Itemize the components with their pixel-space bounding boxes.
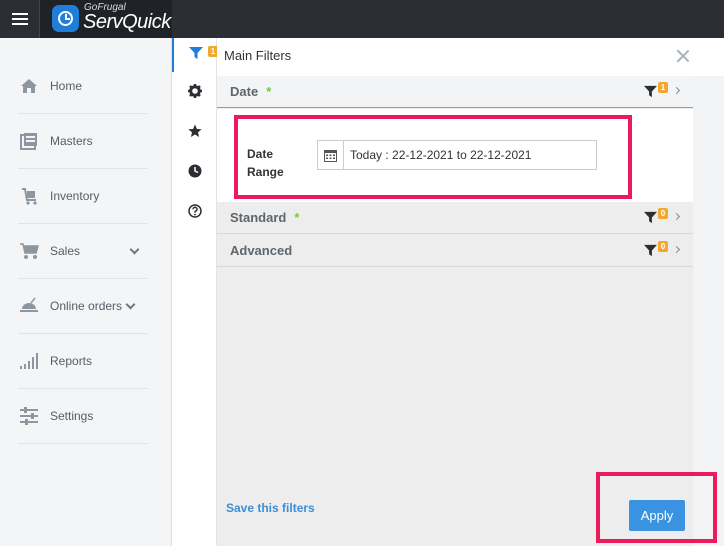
required-marker: * xyxy=(266,84,272,99)
sidebar-item-home[interactable]: Home xyxy=(18,59,148,114)
sidebar-item-label: Settings xyxy=(50,409,94,423)
filter-count-badge: 1 xyxy=(658,82,668,93)
brand-logo: GoFrugal ServQuick xyxy=(40,0,172,38)
filter-count-badge: 0 xyxy=(658,208,668,219)
servquick-logo-icon xyxy=(52,5,79,32)
star-icon xyxy=(187,124,202,143)
hamburger-menu-icon[interactable] xyxy=(0,0,40,38)
filter-icon xyxy=(188,46,203,65)
filter-icon xyxy=(644,244,657,262)
sidebar-item-label: Masters xyxy=(50,134,93,148)
section-title: Standard xyxy=(230,210,287,225)
sidebar-item-label: Reports xyxy=(50,354,93,368)
filter-count-badge: 0 xyxy=(658,241,668,252)
cart-icon xyxy=(18,240,40,262)
gear-icon xyxy=(187,83,202,103)
chevron-down-icon[interactable] xyxy=(129,244,140,254)
sidebar-item-label: Inventory xyxy=(50,189,100,203)
close-icon[interactable] xyxy=(675,48,691,64)
sidebar: Home Masters Inventory Sales Online orde… xyxy=(0,38,172,546)
sidebar-item-masters[interactable]: Masters xyxy=(18,114,148,169)
filter-icon xyxy=(644,211,657,229)
section-date[interactable]: Date * 1 xyxy=(217,76,693,108)
rail-settings-tab[interactable] xyxy=(172,76,217,110)
chevron-right-icon xyxy=(672,212,681,221)
section-title: Date xyxy=(230,84,259,99)
save-filters-link[interactable]: Save this filters xyxy=(226,501,315,515)
settings-sliders-icon xyxy=(18,405,40,427)
section-title: Advanced xyxy=(230,243,293,258)
filter-icon xyxy=(644,85,657,103)
sidebar-item-label: Home xyxy=(50,79,83,93)
sidebar-item-inventory[interactable]: Inventory xyxy=(18,169,148,224)
sidebar-item-label: Online orders xyxy=(50,299,123,313)
chevron-right-icon xyxy=(672,245,681,254)
help-icon xyxy=(187,203,202,223)
inventory-icon xyxy=(18,185,40,207)
panel-title: Main Filters xyxy=(224,48,292,63)
sidebar-item-label: Sales xyxy=(50,244,81,258)
chevron-right-icon xyxy=(672,86,681,95)
section-standard[interactable]: Standard * 0 xyxy=(217,202,693,234)
clock-icon xyxy=(188,164,202,183)
online-orders-icon xyxy=(18,295,40,317)
sidebar-item-sales[interactable]: Sales xyxy=(18,224,148,279)
home-icon xyxy=(18,75,40,97)
top-bar: GoFrugal ServQuick xyxy=(0,0,724,38)
filter-rail: 1 xyxy=(172,38,218,546)
sidebar-item-reports[interactable]: Reports xyxy=(18,334,148,389)
date-range-highlight xyxy=(234,115,632,199)
reports-icon xyxy=(18,350,40,372)
required-marker: * xyxy=(294,210,300,225)
sidebar-item-settings[interactable]: Settings xyxy=(18,389,148,444)
section-advanced[interactable]: Advanced 0 xyxy=(217,235,693,267)
masters-icon xyxy=(18,130,40,152)
panel-header: Main Filters xyxy=(217,38,724,76)
rail-history-tab[interactable] xyxy=(172,156,217,190)
chevron-down-icon[interactable] xyxy=(125,299,136,309)
sidebar-item-online-orders[interactable]: Online orders xyxy=(18,279,148,334)
apply-highlight xyxy=(596,472,717,543)
rail-filter-tab[interactable]: 1 xyxy=(172,38,218,72)
rail-favorites-tab[interactable] xyxy=(172,116,217,150)
brand-title: ServQuick xyxy=(83,11,171,33)
rail-help-tab[interactable] xyxy=(172,196,217,230)
